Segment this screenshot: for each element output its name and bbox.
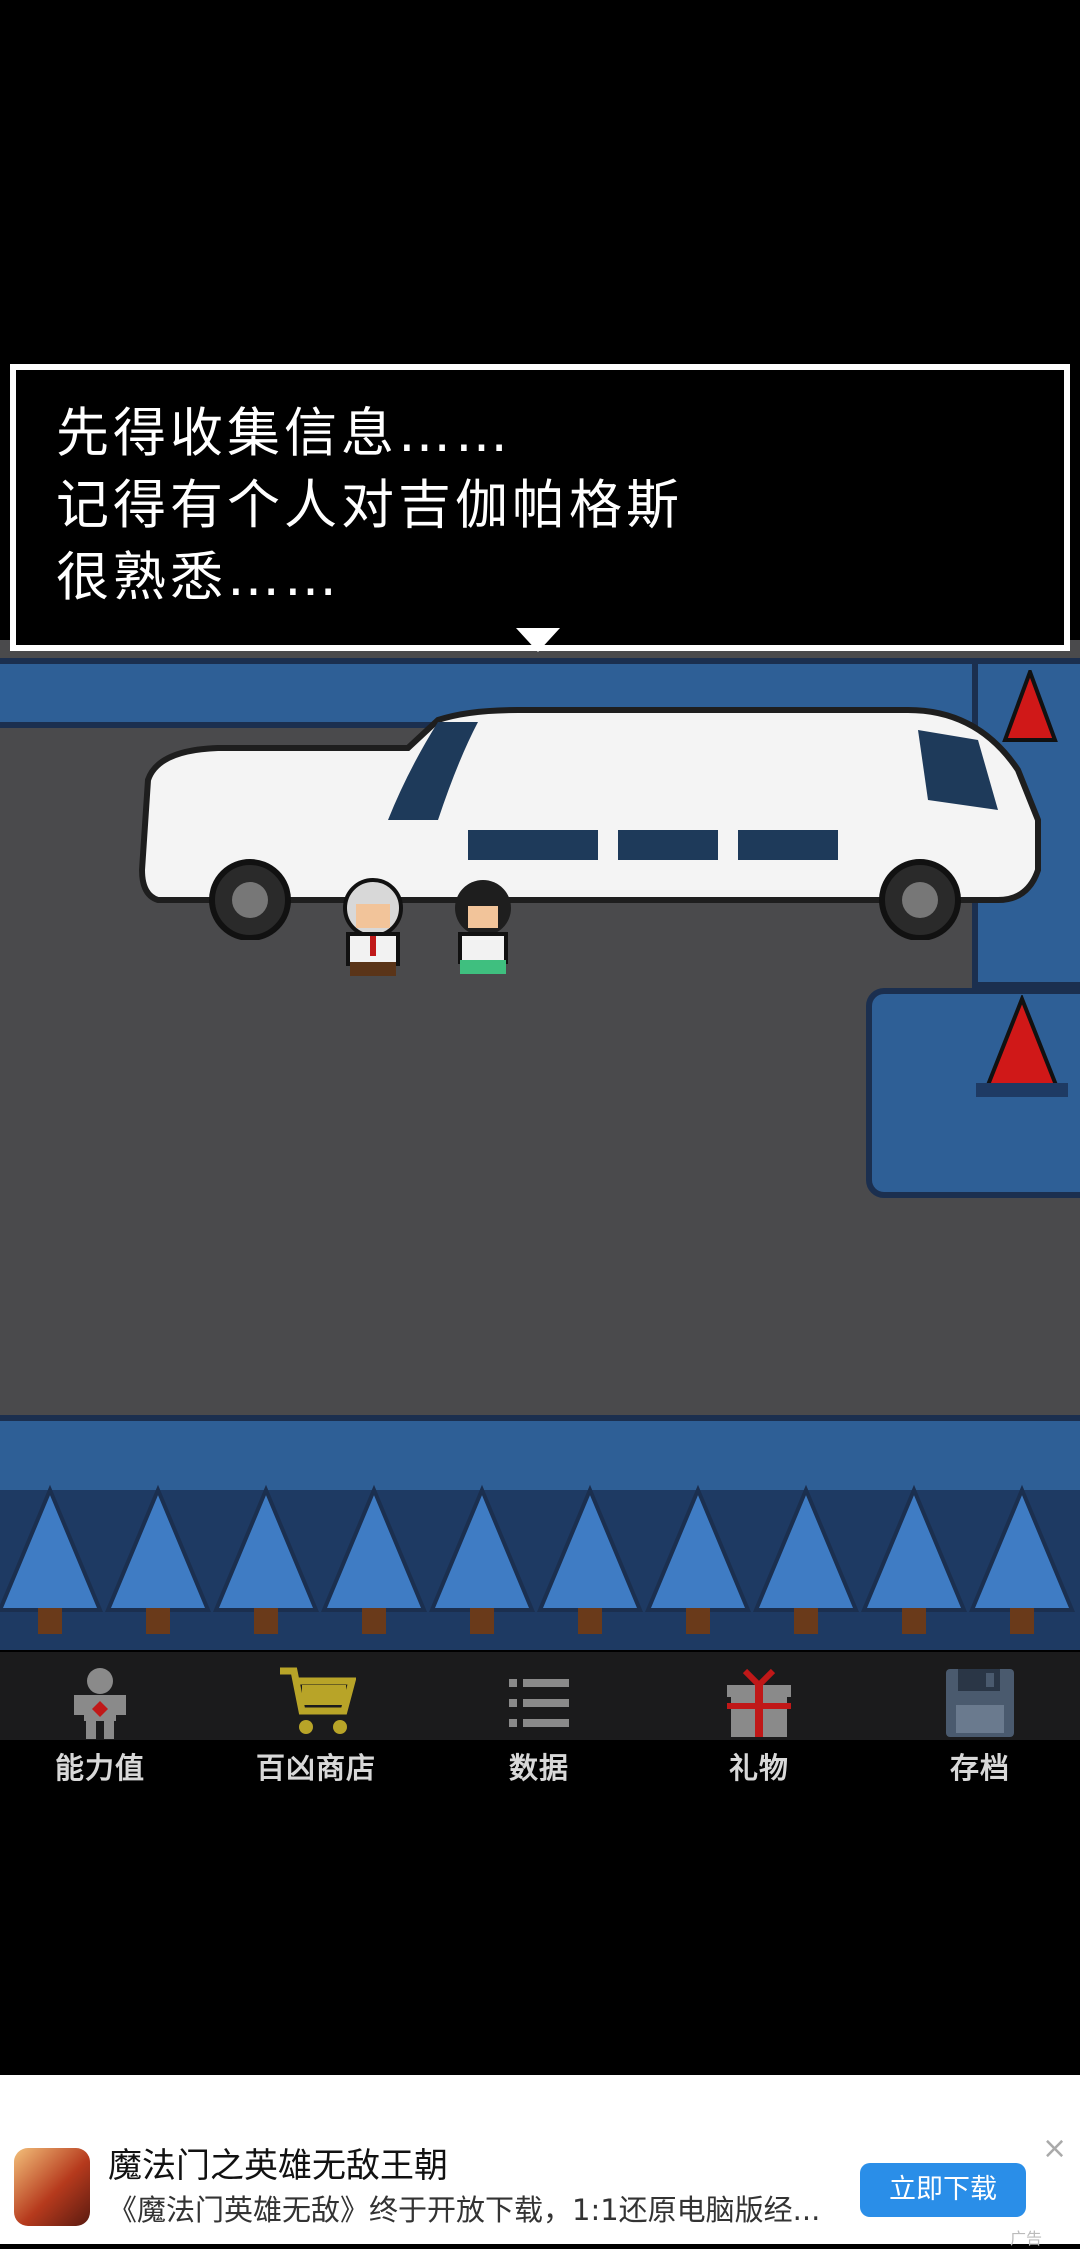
list-icon bbox=[509, 1679, 569, 1727]
dialog-line: 记得有个人对吉伽帕格斯 bbox=[56, 475, 683, 536]
menu-item-shop[interactable]: 百凶商店 bbox=[236, 1665, 396, 1787]
menu-item-label: 数据 bbox=[508, 1751, 569, 1785]
gift-icon bbox=[727, 1668, 791, 1737]
menu-item-save[interactable]: 存档 bbox=[900, 1665, 1060, 1787]
menu-item-data[interactable]: 数据 bbox=[459, 1665, 619, 1787]
menu-item-gift[interactable]: 礼物 bbox=[679, 1665, 839, 1787]
menu-item-label: 存档 bbox=[949, 1751, 1010, 1785]
ad-description[interactable]: 《魔法门英雄无敌》终于开放下载，1:1还原电脑版经... bbox=[108, 2187, 848, 2229]
dialog-box[interactable]: 先得收集信息…… 记得有个人对吉伽帕格斯 很熟悉…… bbox=[10, 364, 1070, 651]
traffic-cone-icon bbox=[976, 995, 1068, 1097]
menu-item-label: 百凶商店 bbox=[255, 1751, 376, 1785]
person-icon bbox=[74, 1668, 126, 1739]
ad-download-button[interactable]: 立即下载 bbox=[860, 2163, 1026, 2217]
shopping-cart-icon bbox=[280, 1667, 356, 1734]
trees bbox=[0, 1484, 1075, 1634]
game-scene[interactable] bbox=[0, 640, 1080, 1650]
menu-item-label: 能力值 bbox=[54, 1751, 145, 1785]
menu-item-label: 礼物 bbox=[728, 1751, 789, 1785]
traffic-cone-icon bbox=[1002, 670, 1058, 742]
floppy-disk-icon bbox=[946, 1669, 1014, 1737]
old-man-character bbox=[343, 878, 403, 976]
dialog-line: 先得收集信息…… bbox=[56, 403, 512, 464]
menu-item-stats[interactable]: 能力值 bbox=[20, 1665, 180, 1787]
ad-title[interactable]: 魔法门之英雄无敌王朝 bbox=[108, 2138, 448, 2187]
girl-character bbox=[455, 880, 511, 974]
ad-close-icon[interactable]: × bbox=[1042, 2134, 1067, 2164]
limousine bbox=[138, 707, 1041, 940]
ad-app-icon[interactable] bbox=[14, 2148, 90, 2226]
ad-tag: 广告 bbox=[1010, 2229, 1043, 2248]
dialog-line: 很熟悉…… bbox=[56, 547, 341, 608]
dialog-continue-arrow-icon[interactable] bbox=[516, 628, 560, 652]
